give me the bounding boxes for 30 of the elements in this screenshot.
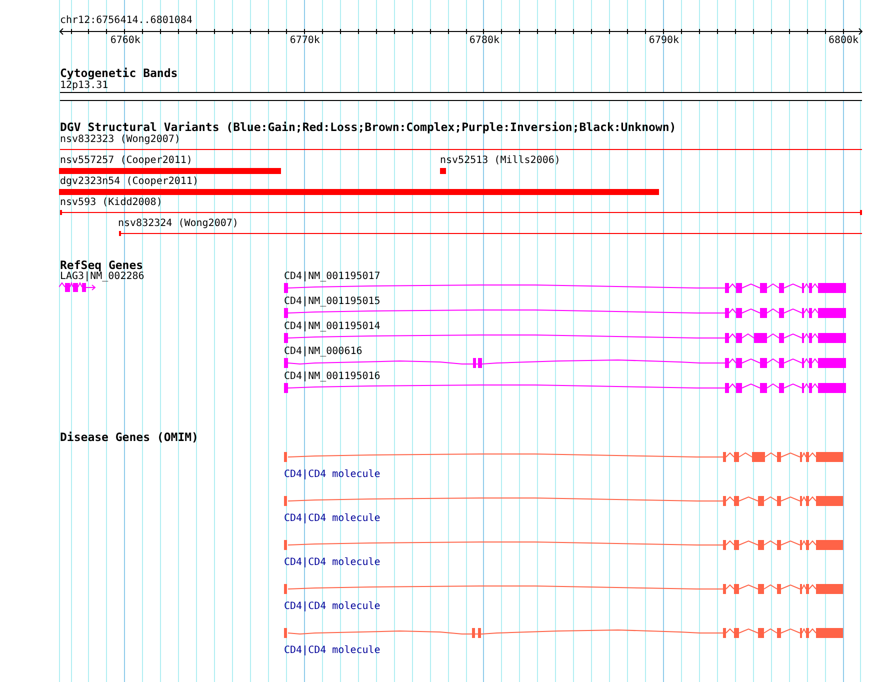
variant-label: dgv2323n54 (Cooper2011) xyxy=(60,176,198,188)
variant-label: nsv832324 (Wong2007) xyxy=(118,218,238,230)
track-title: Cytogenetic Bands xyxy=(60,67,178,80)
tick-label: 6780k xyxy=(469,35,500,47)
gene-label: CD4|CD4 molecule xyxy=(284,645,380,657)
band-label: 12p13.31 xyxy=(60,80,108,92)
track-title: Disease Genes (OMIM) xyxy=(60,431,198,444)
tick-label: 6800k xyxy=(828,35,859,47)
gene-label: CD4|CD4 molecule xyxy=(284,469,380,481)
variant-label: nsv593 (Kidd2008) xyxy=(60,197,162,209)
tick-label: 6790k xyxy=(648,35,680,47)
gene-label: CD4|NM_001195015 xyxy=(284,296,380,308)
gene-label: CD4|NM_001195017 xyxy=(284,271,380,283)
gene-label: CD4|NM_001195014 xyxy=(284,321,380,333)
track-title: RefSeq Genes xyxy=(60,259,144,272)
tick-label: 6770k xyxy=(290,35,320,47)
variant-label: nsv557257 (Cooper2011) xyxy=(60,155,192,167)
gene-label: CD4|NM_001195016 xyxy=(284,371,380,383)
sequence-range: chr12:6756414..6801084 xyxy=(60,15,192,27)
track-title: DGV Structural Variants (Blue:Gain;Red:Loss;Brown:Complex;Purple:Inversion;Black:Unknown) xyxy=(60,121,676,134)
gene-label: CD4|CD4 molecule xyxy=(284,601,380,613)
variant-label: nsv832323 (Wong2007) xyxy=(60,134,180,146)
gene-label: CD4|CD4 molecule xyxy=(284,557,380,569)
tick-label: 6760k xyxy=(110,35,140,47)
gene-label: CD4|CD4 molecule xyxy=(284,513,380,525)
gene-label: LAG3|NM_002286 xyxy=(60,271,144,283)
variant-bar xyxy=(440,168,446,174)
variant-label: nsv52513 (Mills2006) xyxy=(440,155,560,167)
gene-label: CD4|NM_000616 xyxy=(284,346,362,358)
gene-model-drawing xyxy=(59,282,96,292)
